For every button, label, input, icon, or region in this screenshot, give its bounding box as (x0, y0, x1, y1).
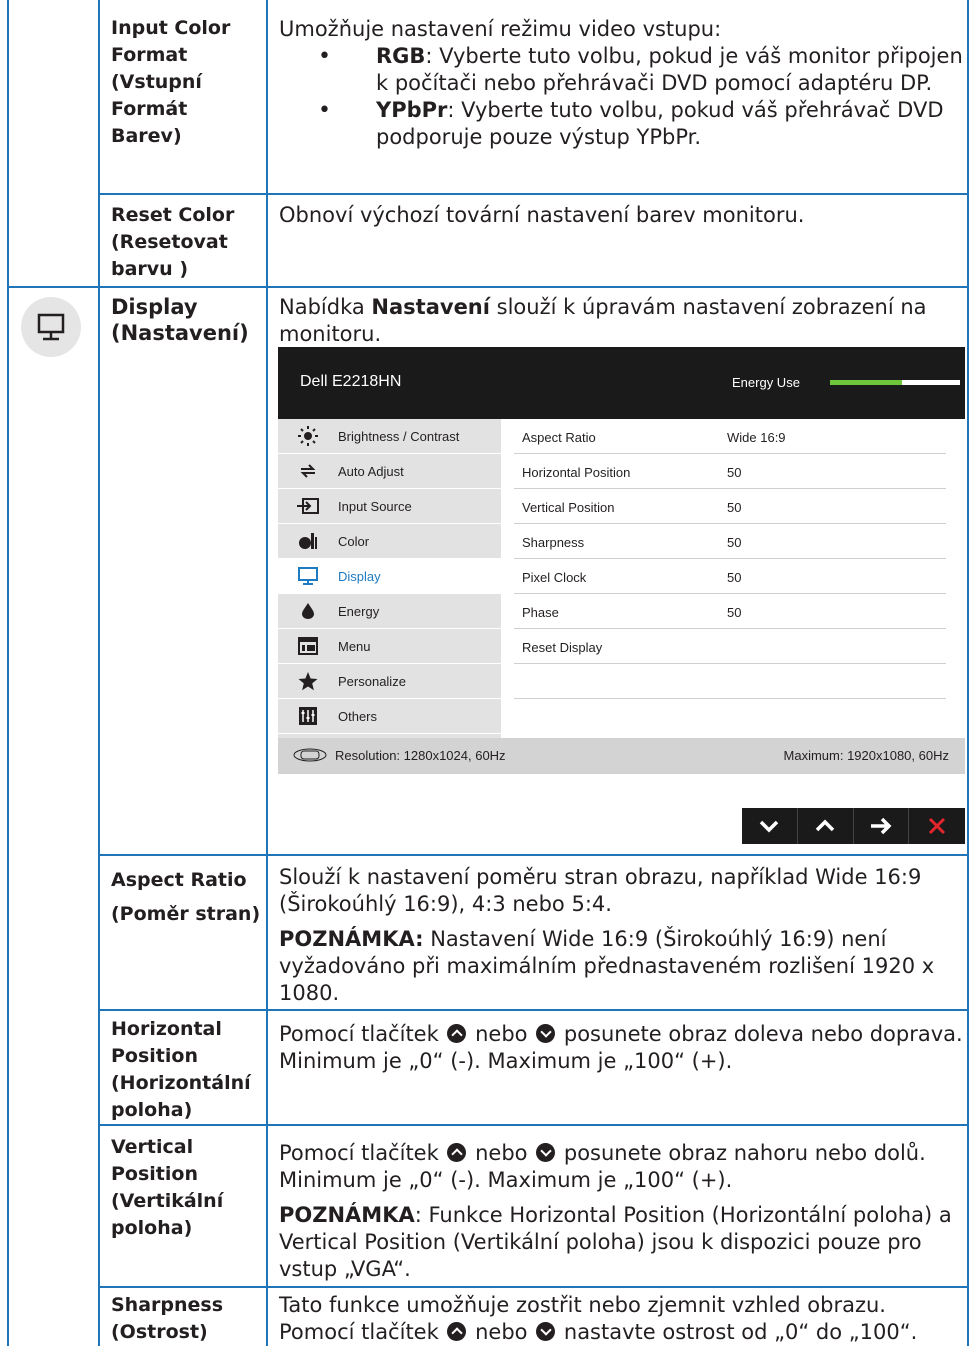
down-button-icon (536, 1322, 556, 1341)
osd-item-personalize[interactable]: Personalize (278, 664, 501, 699)
row-desc-vertical-position: Pomocí tlačítek nebo posunete obraz naho… (279, 1141, 952, 1281)
table-rule (98, 854, 969, 856)
osd-resolution: Resolution: 1280x1024, 60Hz (335, 748, 506, 763)
osd-setting-row[interactable]: Vertical Position 50 (514, 489, 946, 524)
input-color-intro: Umožňuje nastavení režimu video vstupu: (279, 17, 722, 41)
row-desc-horizontal-position: Pomocí tlačítek nebo posunete obraz dole… (279, 1022, 963, 1073)
input-source-icon (278, 489, 338, 524)
down-button[interactable] (742, 808, 798, 844)
osd-header: Dell E2218HN Energy Use (278, 347, 965, 419)
row-desc-input-color: Umožňuje nastavení režimu video vstupu: … (279, 16, 967, 151)
table-rule (98, 1286, 969, 1288)
up-button-icon (447, 1143, 467, 1162)
table-rule (266, 0, 268, 1346)
vga-connector-icon (292, 748, 328, 765)
star-icon (278, 664, 338, 699)
table-rule (98, 1124, 969, 1126)
row-label-reset-color: Reset Color (Resetovat barvu ) (111, 204, 235, 280)
brightness-icon (278, 419, 338, 454)
display-icon (278, 559, 338, 594)
energy-icon (278, 594, 338, 629)
table-rule (98, 1009, 969, 1011)
row-desc-sharpness: Tato funkce umožňuje zostřit nebo zjemni… (279, 1293, 918, 1344)
row-label-sharpness: Sharpness (Ostrost) (111, 1294, 224, 1343)
osd-setting-row (514, 664, 946, 699)
bullet-ypbpr: YPbPr: Vyberte tuto volbu, pokud váš pře… (318, 97, 967, 151)
osd-setting-row[interactable]: Phase 50 (514, 594, 946, 629)
osd-setting-row[interactable]: Pixel Clock 50 (514, 559, 946, 594)
osd-item-others[interactable]: Others (278, 699, 501, 734)
osd-setting-row[interactable]: Aspect Ratio Wide 16:9 (514, 419, 946, 454)
enter-button[interactable] (854, 808, 910, 844)
down-button-icon (536, 1143, 556, 1162)
row-desc-display: Nabídka Nastavení slouží k úpravám nasta… (279, 295, 927, 346)
arrow-right-icon (870, 817, 892, 835)
others-icon (278, 699, 338, 734)
row-label-display: Display (Nastavení) (111, 295, 249, 345)
osd-buttons (742, 808, 965, 844)
table-rule (7, 286, 969, 288)
up-button-icon (447, 1322, 467, 1341)
table-rule (98, 0, 100, 1346)
menu-icon (278, 629, 338, 664)
osd-energy-bar (830, 380, 960, 385)
row-desc-aspect-ratio: Slouží k nastavení poměru stran obrazu, … (279, 865, 935, 1005)
osd-maximum: Maximum: 1920x1080, 60Hz (783, 748, 949, 763)
up-button[interactable] (798, 808, 854, 844)
exit-button[interactable] (909, 808, 965, 844)
osd-item-energy[interactable]: Energy (278, 594, 501, 629)
osd-model: Dell E2218HN (300, 373, 402, 390)
color-icon (278, 524, 338, 559)
osd-item-input-source[interactable]: Input Source (278, 489, 501, 524)
osd-setting-row[interactable]: Reset Display (514, 629, 946, 664)
osd-energy-label: Energy Use (732, 375, 800, 390)
chevron-down-icon (760, 820, 779, 833)
bullet-rgb: RGB: Vyberte tuto volbu, pokud je váš mo… (318, 43, 967, 97)
close-icon (929, 817, 946, 835)
up-button-icon (447, 1024, 467, 1043)
osd-setting-row[interactable]: Sharpness 50 (514, 524, 946, 559)
osd-menu: Dell E2218HN Energy Use Brightness / Con… (278, 347, 965, 774)
osd-item-auto-adjust[interactable]: Auto Adjust (278, 454, 501, 489)
row-desc-reset-color: Obnoví výchozí tovární nastavení barev m… (279, 203, 805, 227)
display-icon (21, 297, 81, 357)
table-rule (7, 0, 9, 1346)
input-color-bullets: RGB: Vyberte tuto volbu, pokud je váš mo… (318, 43, 967, 151)
osd-energy-fill (830, 380, 902, 385)
chevron-up-icon (815, 819, 835, 832)
row-label-input-color: Input Color Format (Vstupní Formát Barev… (111, 17, 231, 147)
osd-footer: Resolution: 1280x1024, 60Hz Maximum: 192… (278, 738, 965, 774)
down-button-icon (536, 1024, 556, 1043)
osd-item-color[interactable]: Color (278, 524, 501, 559)
row-label-aspect-ratio: Aspect Ratio (Poměr stran) (111, 869, 261, 925)
osd-item-brightness[interactable]: Brightness / Contrast (278, 419, 501, 454)
auto-adjust-icon (278, 454, 338, 489)
osd-setting-row[interactable]: Horizontal Position 50 (514, 454, 946, 489)
osd-sidebar: Brightness / Contrast Auto Adjust Input … (278, 419, 501, 738)
osd-item-menu[interactable]: Menu (278, 629, 501, 664)
table-rule (98, 193, 969, 195)
osd-item-display[interactable]: Display (278, 559, 501, 594)
row-label-vertical-position: Vertical Position (Vertikální poloha) (111, 1136, 224, 1239)
row-label-horizontal-position: Horizontal Position (Horizontální poloha… (111, 1018, 251, 1121)
